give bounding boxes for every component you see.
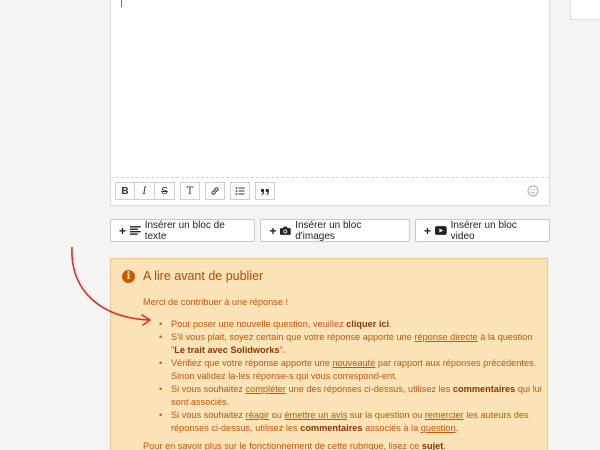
list-item: S'il vous plait, soyez certain que votre… xyxy=(159,331,543,357)
comments-text: commentaires xyxy=(452,384,516,394)
text: . xyxy=(455,423,459,433)
camera-icon xyxy=(280,226,292,235)
plus-icon: + xyxy=(119,223,127,238)
text: associés à la xyxy=(362,423,421,433)
publish-notice: i A lire avant de publier Merci de contr… xyxy=(110,258,548,450)
complete-link[interactable]: compléter xyxy=(246,384,286,394)
text: Si vous souhaitez xyxy=(171,384,246,394)
insert-video-block-button[interactable]: + Insérer un bloc video xyxy=(414,219,551,242)
text: Si vous souhaitez xyxy=(171,410,246,420)
notice-intro: Merci de contribuer à une réponse ! xyxy=(143,297,289,307)
thank-link[interactable]: remercier xyxy=(425,410,464,420)
list-item: Si vous souhaitez réagir ou émettre un a… xyxy=(159,409,543,435)
plus-icon: + xyxy=(269,223,277,238)
insert-image-block-button[interactable]: + Insérer un bloc d'images xyxy=(260,219,410,242)
sidebar-box xyxy=(570,0,600,20)
notice-list: Pour poser une nouvelle question, veuill… xyxy=(159,318,543,435)
text: . xyxy=(443,441,446,450)
insert-text-block-button[interactable]: + Insérer un bloc de texte xyxy=(110,219,256,242)
plus-icon: + xyxy=(423,223,431,238)
list-item: Vérifiez que votre réponse apporte une n… xyxy=(159,357,543,383)
quote-icon xyxy=(261,189,269,195)
text: sur la question ou xyxy=(347,410,425,420)
info-icon: i xyxy=(122,269,135,283)
insert-image-block-label: Insérer un bloc d'images xyxy=(295,219,362,242)
text: . xyxy=(389,319,392,329)
topic-link[interactable]: sujet xyxy=(422,441,443,450)
give-opinion-link[interactable]: émettre un avis xyxy=(284,410,347,420)
link-button[interactable] xyxy=(205,182,225,200)
question-title-link[interactable]: Le trait avec Solidworks xyxy=(174,345,279,355)
strikethrough-button[interactable]: S xyxy=(155,182,175,200)
text: ou xyxy=(269,410,285,420)
insert-video-block-label: Insérer un bloc video xyxy=(450,219,517,242)
text: une des réponses ci-dessus, utilisez les xyxy=(285,384,453,394)
list-item: Pour poser une nouvelle question, veuill… xyxy=(159,318,543,331)
list-item: Si vous souhaitez compléter une des répo… xyxy=(159,383,543,409)
notice-footer: Pour en savoir plus sur le fonctionnemen… xyxy=(143,440,543,450)
video-icon xyxy=(434,226,447,235)
answer-column: B I S T + Insérer un bloc de texte + Ins… xyxy=(110,0,551,450)
editor-text-area[interactable] xyxy=(111,0,549,178)
insert-text-block-label: Insérer un bloc de texte xyxy=(144,219,225,242)
text-style-button[interactable]: T xyxy=(180,182,200,200)
notice-title: A lire avant de publier xyxy=(143,269,264,283)
notice-header: i A lire avant de publier xyxy=(122,269,263,283)
bullet-list-button[interactable] xyxy=(230,182,250,200)
react-link[interactable]: réagir xyxy=(246,410,270,420)
text: S'il vous plait, soyez certain que votre… xyxy=(171,332,415,342)
bold-button[interactable]: B xyxy=(115,182,135,200)
text: Vérifiez que votre réponse apporte une xyxy=(171,358,333,368)
novelty-link[interactable]: nouveauté xyxy=(332,358,375,368)
text-lines-icon xyxy=(130,226,141,235)
question-link[interactable]: question xyxy=(421,423,456,433)
notice-body: Merci de contribuer à une réponse ! Pour… xyxy=(143,296,543,450)
quote-button[interactable] xyxy=(255,182,275,200)
text-caret xyxy=(121,0,122,7)
bullet-list-icon xyxy=(235,187,245,195)
link-icon xyxy=(211,187,219,195)
direct-answer-link[interactable]: réponse directe xyxy=(414,332,477,342)
editor-toolbar: B I S T xyxy=(115,182,275,202)
text: à la question xyxy=(477,332,533,342)
text: Pour poser une nouvelle question, veuill… xyxy=(171,319,347,329)
ask-question-link[interactable]: cliquer ici xyxy=(346,319,389,329)
emoji-icon[interactable] xyxy=(527,185,539,197)
text: ". xyxy=(279,345,286,355)
comments-text: commentaires xyxy=(300,423,363,433)
text: Pour en savoir plus sur le fonctionnemen… xyxy=(143,441,422,450)
italic-button[interactable]: I xyxy=(135,182,155,200)
insert-block-buttons: + Insérer un bloc de texte + Insérer un … xyxy=(110,219,551,242)
format-group: B I S xyxy=(115,182,175,202)
answer-editor[interactable]: B I S T xyxy=(110,0,550,206)
